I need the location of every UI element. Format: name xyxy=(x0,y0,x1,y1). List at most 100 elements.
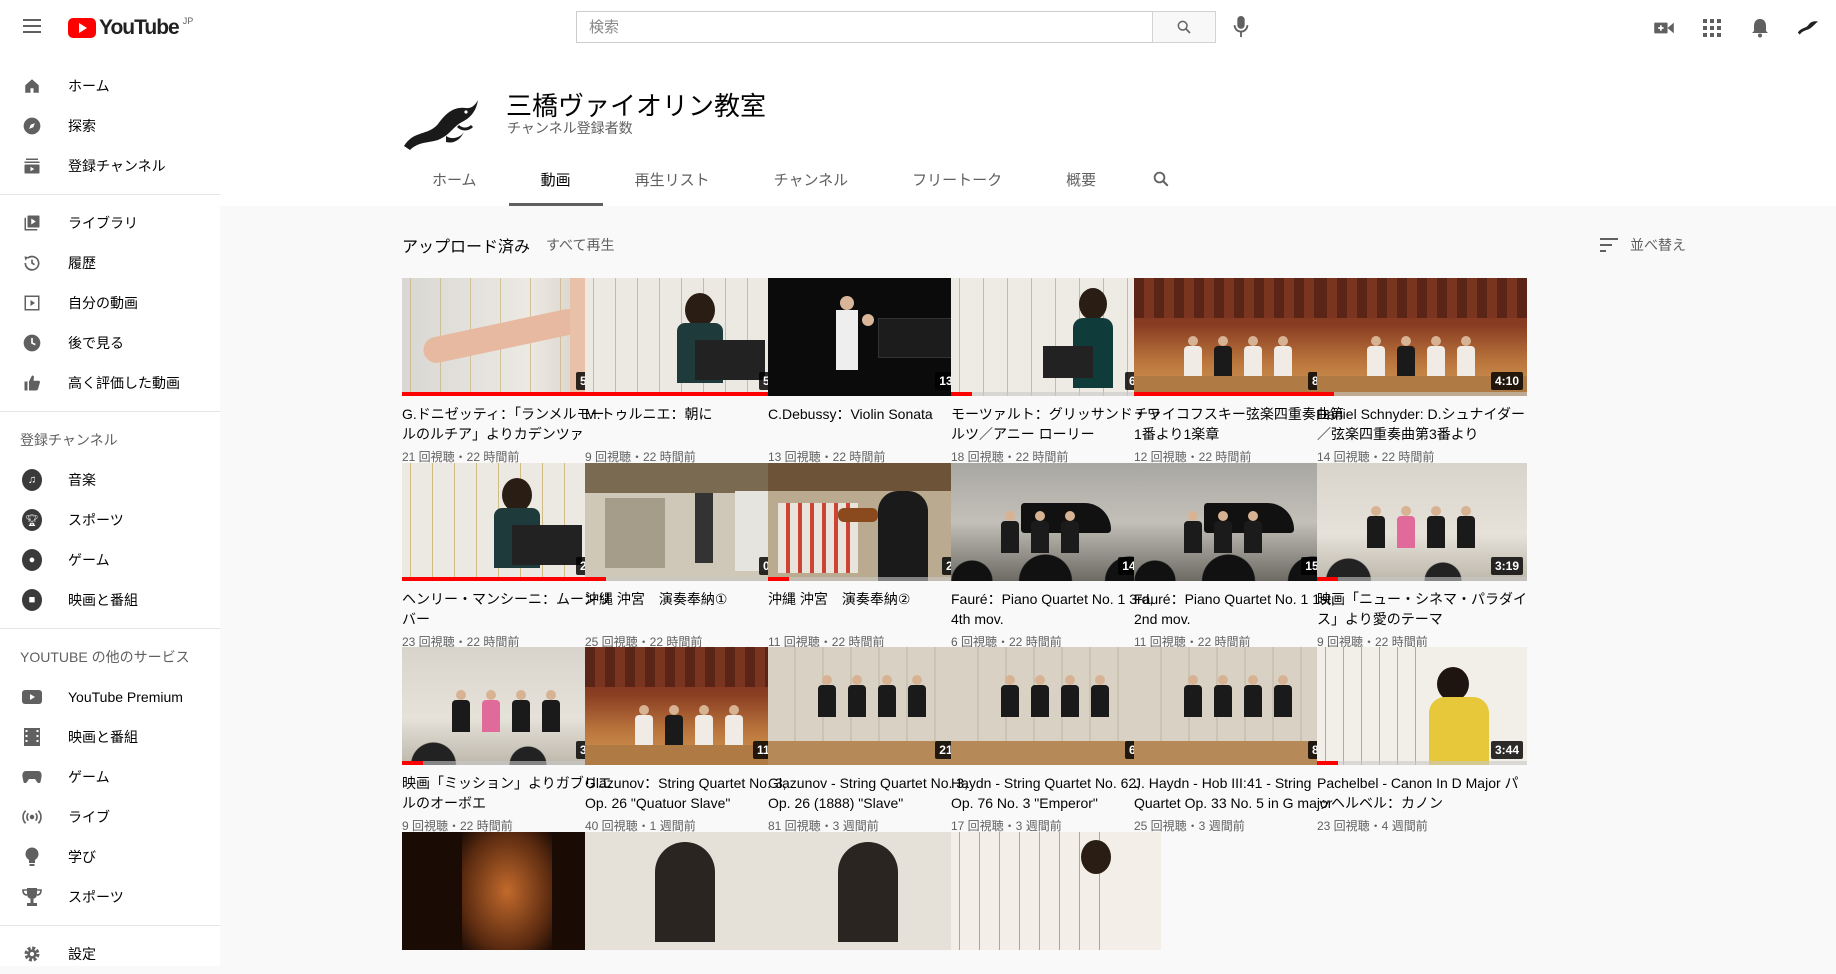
sidebar-item-learning[interactable]: 学び xyxy=(0,837,220,877)
apps-button[interactable] xyxy=(1700,16,1724,40)
play-all-link[interactable]: すべて再生 xyxy=(546,235,614,255)
video-title[interactable]: C.Debussy：Violin Sonata xyxy=(768,404,978,444)
video-card[interactable] xyxy=(951,831,1161,950)
youtube-logo[interactable]: YouTube JP xyxy=(68,16,193,40)
video-thumbnail[interactable]: 2:07 xyxy=(768,462,978,581)
sort-button[interactable]: 並べ替え xyxy=(1600,235,1686,255)
video-thumbnail[interactable]: 13:16 xyxy=(768,278,978,396)
sidebar-item-subscriptions[interactable]: 登録チャンネル xyxy=(0,146,220,186)
create-video-button[interactable] xyxy=(1652,16,1676,40)
sidebar-item-sports[interactable]: 🏆︎ スポーツ xyxy=(0,500,220,540)
video-title[interactable]: 沖縄 沖宮 演奏奉納① xyxy=(585,589,795,629)
channel-search-button[interactable] xyxy=(1128,152,1194,206)
sidebar-item-movies[interactable]: ■ 映画と番組 xyxy=(0,580,220,620)
sidebar-item-settings[interactable]: 設定 xyxy=(0,934,220,974)
video-thumbnail[interactable] xyxy=(951,831,1161,950)
video-title[interactable]: Haydn - String Quartet No. 62, Op. 76 No… xyxy=(951,773,1161,813)
sidebar-item-history[interactable]: 履歴 xyxy=(0,243,220,283)
account-avatar[interactable] xyxy=(1796,16,1820,40)
video-card[interactable] xyxy=(585,831,795,950)
video-card[interactable]: 5:44G.ドニゼッティ：「ランメルモールのルチア」よりカデンツァ21 回視聴・… xyxy=(402,278,612,465)
video-thumbnail[interactable]: 2:27 xyxy=(402,462,612,581)
video-thumbnail[interactable] xyxy=(585,831,795,950)
video-title[interactable]: 映画「ミッション」よりガブリエルのオーボエ xyxy=(402,773,612,813)
video-card[interactable]: 14:09 Fauré：Piano Quartet No. 1 3rd, 4th … xyxy=(951,462,1161,650)
sidebar-item-my-videos[interactable]: 自分の動画 xyxy=(0,283,220,323)
video-title[interactable]: J. Haydn - Hob III:41 - String Quartet O… xyxy=(1134,773,1344,813)
video-title[interactable]: Pachelbel - Canon In D Major パッヘルベル：カノン xyxy=(1317,773,1527,813)
video-thumbnail[interactable]: 3:29 xyxy=(402,647,612,765)
video-thumbnail[interactable]: 0:58 xyxy=(585,462,795,581)
video-title[interactable]: Fauré：Piano Quartet No. 1 3rd, 4th mov. xyxy=(951,589,1161,629)
video-title[interactable]: G.ドニゼッティ：「ランメルモールのルチア」よりカデンツァ xyxy=(402,404,612,444)
video-title[interactable]: ヘンリー・マンシーニ：ムーンリバー xyxy=(402,589,612,629)
tab-about[interactable]: 概要 xyxy=(1034,152,1128,206)
video-thumbnail[interactable] xyxy=(768,831,978,950)
video-title[interactable]: Glazunov - String Quartet No. 3, Op. 26 … xyxy=(768,773,978,813)
video-title[interactable]: M.トゥルニエ：朝に xyxy=(585,404,795,444)
video-title[interactable]: Glazunov：String Quartet No. 3, Op. 26 "Q… xyxy=(585,773,795,813)
video-card[interactable]: 15:00 Fauré：Piano Quartet No. 1 1st, 2nd … xyxy=(1134,462,1344,650)
video-thumbnail[interactable]: 14:09 xyxy=(951,462,1161,581)
video-thumbnail[interactable] xyxy=(402,831,612,950)
sidebar-item-liked-videos[interactable]: 高く評価した動画 xyxy=(0,363,220,403)
search-input[interactable] xyxy=(576,11,1152,43)
sidebar-item-live[interactable]: ライブ xyxy=(0,797,220,837)
notifications-button[interactable] xyxy=(1748,16,1772,40)
video-card[interactable]: 8:33 J. Haydn - Hob III:41 - String Quart… xyxy=(1134,647,1344,834)
sidebar-item-home[interactable]: ホーム xyxy=(0,66,220,106)
video-thumbnail[interactable]: 15:00 xyxy=(1134,462,1344,581)
video-card[interactable]: 6:38モーツァルト：グリッサンド・ワルツ／アニー ローリー18 回視聴・22 … xyxy=(951,278,1161,465)
video-card[interactable]: 21:44 Glazunov - String Quartet No. 3, Op… xyxy=(768,647,978,834)
tab-channels[interactable]: チャンネル xyxy=(742,152,881,206)
video-card[interactable]: 2:27ヘンリー・マンシーニ：ムーンリバー23 回視聴・22 時間前 xyxy=(402,462,612,650)
video-thumbnail[interactable]: 3:44 xyxy=(1317,647,1527,765)
video-thumbnail[interactable]: 6:59 xyxy=(951,647,1161,765)
tab-playlists[interactable]: 再生リスト xyxy=(603,152,742,206)
video-card[interactable]: 2:07沖縄 沖宮 演奏奉納②11 回視聴・22 時間前 xyxy=(768,462,978,650)
watch-progress-bar xyxy=(402,392,587,396)
video-title[interactable]: Daniel Schnyder: D.シュナイダー／弦楽四重奏曲第3番より xyxy=(1317,404,1527,444)
video-card[interactable]: 3:19 映画「ニュー・シネマ・パラダイス」より愛のテーマ 9 回視聴・22 時間前 xyxy=(1317,462,1527,650)
tab-home[interactable]: ホーム xyxy=(400,152,509,206)
sidebar-item-explore[interactable]: 探索 xyxy=(0,106,220,146)
video-thumbnail[interactable]: 4:10 xyxy=(1317,278,1527,396)
video-title[interactable]: 沖縄 沖宮 演奏奉納② xyxy=(768,589,978,629)
sidebar-item-music[interactable]: ♫ 音楽 xyxy=(0,460,220,500)
sidebar-item-library[interactable]: ライブラリ xyxy=(0,203,220,243)
sidebar-item-movies-shows[interactable]: 映画と番組 xyxy=(0,717,220,757)
tab-videos[interactable]: 動画 xyxy=(508,152,603,206)
video-card[interactable]: 3:29映画「ミッション」よりガブリエルのオーボエ9 回視聴・22 時間前 xyxy=(402,647,612,834)
video-card[interactable]: 5:07M.トゥルニエ：朝に9 回視聴・22 時間前 xyxy=(585,278,795,465)
search-button[interactable] xyxy=(1152,11,1216,43)
sidebar-item-sports-service[interactable]: スポーツ xyxy=(0,877,220,917)
video-card[interactable]: 8:15チャイコフスキー弦楽四重奏曲第1番より1楽章12 回視聴・22 時間前 xyxy=(1134,278,1344,465)
mic-button[interactable] xyxy=(1230,14,1252,40)
video-title[interactable]: チャイコフスキー弦楽四重奏曲第1番より1楽章 xyxy=(1134,404,1344,444)
video-card[interactable]: 3:44 Pachelbel - Canon In D Major パッヘルベル：… xyxy=(1317,647,1527,834)
video-title[interactable]: モーツァルト：グリッサンド・ワルツ／アニー ローリー xyxy=(951,404,1161,444)
video-title[interactable]: Fauré：Piano Quartet No. 1 1st, 2nd mov. xyxy=(1134,589,1344,629)
video-thumbnail[interactable]: 5:07 xyxy=(585,278,795,396)
sidebar-item-gaming-service[interactable]: ゲーム xyxy=(0,757,220,797)
sidebar-item-youtube-premium[interactable]: YouTube Premium xyxy=(0,677,220,717)
video-card[interactable]: 11:39 Glazunov：String Quartet No. 3, Op. … xyxy=(585,647,795,834)
video-card[interactable]: 4:10 Daniel Schnyder: D.シュナイダー／弦楽四重奏曲第3番よ… xyxy=(1317,278,1527,465)
sidebar-item-gaming[interactable]: ● ゲーム xyxy=(0,540,220,580)
sidebar-item-watch-later[interactable]: 後で見る xyxy=(0,323,220,363)
video-card[interactable]: 6:59 Haydn - String Quartet No. 62, Op. 7… xyxy=(951,647,1161,834)
menu-icon[interactable] xyxy=(20,16,44,40)
video-title[interactable]: 映画「ニュー・シネマ・パラダイス」より愛のテーマ xyxy=(1317,589,1527,629)
video-card[interactable] xyxy=(402,831,612,950)
video-thumbnail[interactable]: 8:33 xyxy=(1134,647,1344,765)
video-thumbnail[interactable]: 3:19 xyxy=(1317,462,1527,581)
video-card[interactable] xyxy=(768,831,978,950)
video-card[interactable]: 13:16C.Debussy：Violin Sonata13 回視聴・22 時間… xyxy=(768,278,978,465)
video-card[interactable]: 0:58沖縄 沖宮 演奏奉納①25 回視聴・22 時間前 xyxy=(585,462,795,650)
video-thumbnail[interactable]: 6:38 xyxy=(951,278,1161,396)
tab-discussion[interactable]: フリートーク xyxy=(880,152,1034,206)
video-thumbnail[interactable]: 21:44 xyxy=(768,647,978,765)
video-thumbnail[interactable]: 8:15 xyxy=(1134,278,1344,396)
video-thumbnail[interactable]: 5:44 xyxy=(402,278,612,396)
video-thumbnail[interactable]: 11:39 xyxy=(585,647,795,765)
